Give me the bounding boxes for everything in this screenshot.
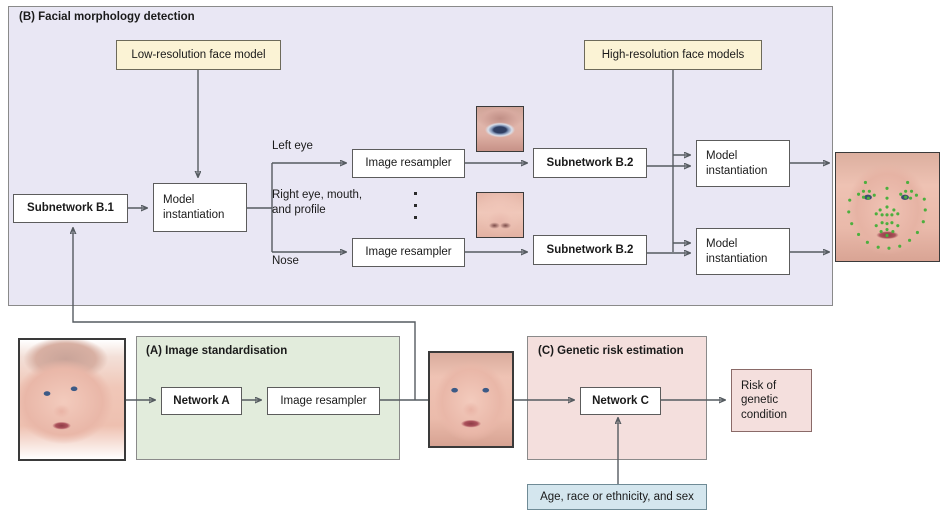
network-a-box[interactable]: Network A xyxy=(161,387,242,415)
vertical-ellipsis-icon xyxy=(414,192,417,219)
model-instantiation-box-bottom[interactable]: Model instantiation xyxy=(696,228,790,275)
subnetwork-b2-box-bottom[interactable]: Subnetwork B.2 xyxy=(533,235,647,265)
eye-crop-thumbnail xyxy=(476,106,524,152)
nose-photo-render xyxy=(477,193,523,237)
image-resampler-box-top[interactable]: Image resampler xyxy=(352,149,465,178)
standardised-face-photo-render xyxy=(430,353,512,446)
low-resolution-face-model-box[interactable]: Low-resolution face model xyxy=(116,40,281,70)
network-c-box[interactable]: Network C xyxy=(580,387,661,415)
high-resolution-face-models-box[interactable]: High-resolution face models xyxy=(584,40,762,70)
figure-canvas: (B) Facial morphology detection (A) Imag… xyxy=(0,0,941,514)
panel-a-title: (A) Image standardisation xyxy=(146,345,288,357)
eye-photo-render xyxy=(477,107,523,151)
input-infant-face-photo xyxy=(18,338,126,461)
standardised-face-photo xyxy=(428,351,514,448)
image-resampler-box-bottom[interactable]: Image resampler xyxy=(352,238,465,267)
subnetwork-b2-box-top[interactable]: Subnetwork B.2 xyxy=(533,148,647,178)
image-resampler-box-standardisation[interactable]: Image resampler xyxy=(267,387,380,415)
nose-crop-thumbnail xyxy=(476,192,524,238)
panel-c-title: (C) Genetic risk estimation xyxy=(538,345,684,357)
landmarked-face-thumbnail xyxy=(835,152,940,262)
branch-label-left-eye: Left eye xyxy=(272,140,313,152)
demographics-input-box[interactable]: Age, race or ethnicity, and sex xyxy=(527,484,707,510)
branch-label-nose: Nose xyxy=(272,255,299,267)
branch-label-right-eye-mouth-profile: Right eye, mouth, and profile xyxy=(272,189,363,216)
model-instantiation-box-top[interactable]: Model instantiation xyxy=(696,140,790,187)
panel-b-title: (B) Facial morphology detection xyxy=(19,11,195,23)
subnetwork-b1-box[interactable]: Subnetwork B.1 xyxy=(13,194,128,223)
model-instantiation-box-left[interactable]: Model instantiation xyxy=(153,183,247,232)
input-face-photo-render xyxy=(20,340,124,459)
risk-of-genetic-condition-box[interactable]: Risk of genetic condition xyxy=(731,369,812,432)
landmark-markers-overlay xyxy=(847,180,927,250)
